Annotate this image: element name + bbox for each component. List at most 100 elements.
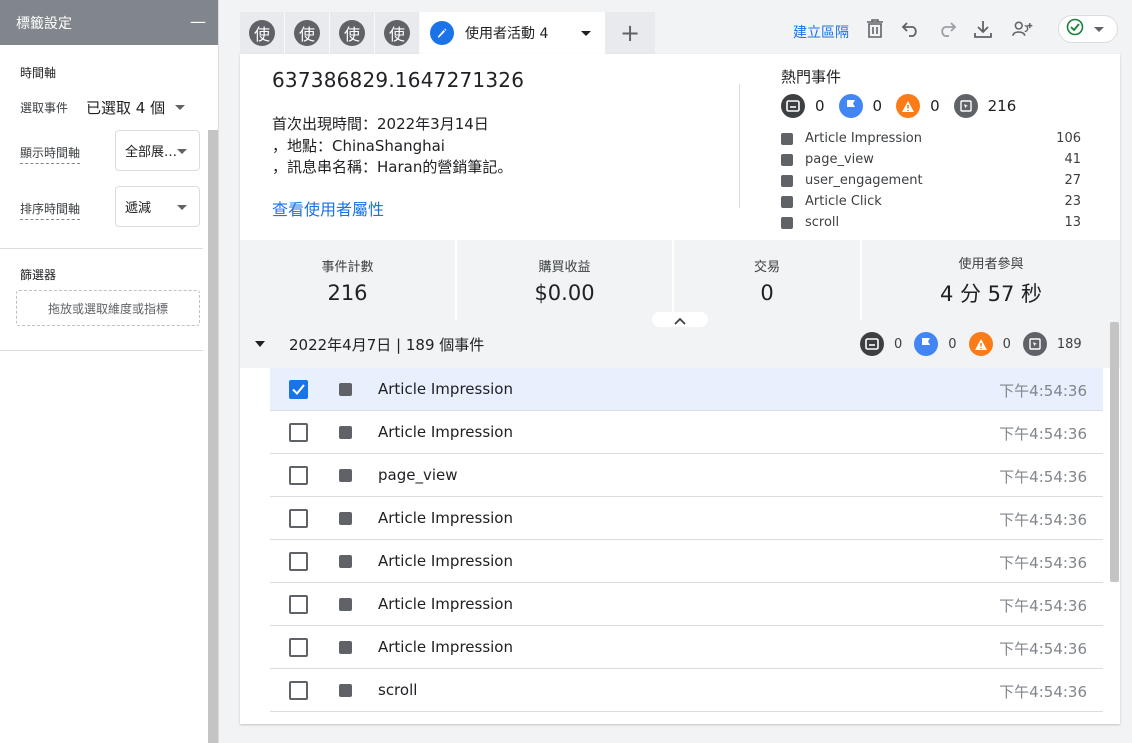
event-name: Article Impression: [378, 509, 513, 527]
filter-dropzone[interactable]: 拖放或選取維度或指標: [16, 290, 200, 326]
settings-title: 標籤設定: [16, 15, 72, 32]
settings-scrollbar[interactable]: [208, 130, 218, 743]
event-cursor-icon: [781, 132, 793, 145]
tab-user-activity-active[interactable]: 使用者活動 4: [420, 12, 605, 54]
row-checkbox[interactable]: [289, 552, 308, 571]
user-avatar: 使: [294, 20, 320, 46]
first-seen-text: 首次出現時間：2022年3月14日: [272, 115, 489, 133]
user-tabs: 使 使 使 使 使用者活動 4 +: [240, 12, 655, 54]
sort-timeline-select[interactable]: 遞減: [115, 186, 200, 227]
share-icon[interactable]: [1012, 18, 1034, 40]
row-checkbox[interactable]: [289, 380, 308, 399]
event-cursor-icon: [1022, 332, 1047, 356]
delete-icon[interactable]: [864, 18, 886, 40]
metric-label: 使用者參與: [958, 256, 1024, 272]
event-cursor-icon: [781, 153, 793, 166]
select-event-label: 選取事件: [20, 101, 69, 115]
metric-label: 購買收益: [538, 259, 591, 275]
event-list-scrollbar[interactable]: [1110, 322, 1119, 582]
event-cursor-icon: [953, 94, 978, 118]
undo-icon[interactable]: [900, 18, 922, 40]
event-name: Article Impression: [378, 595, 513, 613]
redo-icon[interactable]: [936, 18, 958, 40]
event-time: 下午4:54:36: [999, 597, 1087, 615]
tab-user-2[interactable]: 使: [285, 12, 330, 54]
chevron-down-icon: [175, 105, 186, 110]
table-row[interactable]: Article Impression 下午4:54:36: [270, 626, 1103, 669]
metric-value: 4 分 57 秒: [939, 281, 1043, 306]
row-checkbox[interactable]: [289, 595, 308, 614]
conversion-count: 0: [815, 97, 825, 115]
sort-timeline-label: 排序時間軸: [20, 200, 81, 220]
table-row[interactable]: Article Impression 下午4:54:36: [270, 497, 1103, 540]
event-name: scroll: [378, 681, 418, 699]
create-segment-button[interactable]: 建立區隔: [793, 22, 849, 42]
expand-triangle-icon[interactable]: [255, 341, 265, 347]
row-checkbox[interactable]: [289, 638, 308, 657]
event-cursor-icon: [781, 195, 793, 208]
top-event-item: Article Impression 106: [781, 128, 1081, 149]
day-counts: 0 0 0 189: [860, 332, 1094, 356]
event-name: Article Impression: [378, 380, 513, 398]
table-row[interactable]: page_view 下午4:54:36: [270, 454, 1103, 497]
table-row[interactable]: Article Impression 下午4:54:36: [270, 411, 1103, 454]
top-event-count: 27: [1064, 173, 1081, 188]
event-cursor-icon: [339, 684, 352, 697]
collapse-panel-button[interactable]: —: [190, 14, 206, 30]
event-time: 下午4:54:36: [999, 382, 1087, 400]
row-checkbox[interactable]: [289, 466, 308, 485]
display-timeline-select[interactable]: 全部展…: [115, 130, 200, 171]
event-time: 下午4:54:36: [999, 425, 1087, 443]
event-time: 下午4:54:36: [999, 468, 1087, 486]
add-tab-button[interactable]: +: [605, 12, 655, 54]
top-event-count: 41: [1064, 152, 1081, 167]
sort-timeline-value: 遞減: [125, 201, 152, 216]
table-row[interactable]: Article Impression 下午4:54:36: [270, 583, 1103, 626]
table-row[interactable]: scroll 下午4:54:36: [270, 669, 1103, 712]
warning-count: 0: [930, 97, 940, 115]
tab-user-1[interactable]: 使: [240, 12, 285, 54]
row-checkbox[interactable]: [289, 509, 308, 528]
tab-label: 使用者活動 4: [465, 26, 549, 42]
row-checkbox[interactable]: [289, 423, 308, 442]
tab-user-3[interactable]: 使: [330, 12, 375, 54]
top-event-name: Article Impression: [805, 131, 922, 146]
status-check-dropdown[interactable]: [1058, 15, 1118, 43]
event-count: 189: [1056, 336, 1082, 352]
metrics-row: 事件計數 216 購買收益 $0.00 交易 0 使用者參與 4 分 57 秒: [240, 240, 1120, 320]
metric-event-count: 事件計數 216: [240, 240, 457, 320]
view-user-properties-link[interactable]: 查看使用者屬性: [272, 196, 384, 220]
event-name: Article Impression: [378, 552, 513, 570]
chevron-down-icon[interactable]: [581, 31, 591, 36]
collapse-summary-button[interactable]: [652, 312, 708, 327]
settings-header: 標籤設定 —: [0, 0, 218, 45]
event-cursor-icon: [339, 641, 352, 654]
tab-settings-panel: 標籤設定 — 時間軸 選取事件 已選取 4 個 顯示時間軸 全部展… 排序時間軸…: [0, 0, 219, 743]
table-row[interactable]: Article Impression 下午4:54:36: [270, 368, 1103, 411]
section-divider: [0, 350, 203, 351]
warning-icon: [896, 94, 921, 118]
warning-count: 0: [1002, 336, 1011, 352]
event-name: Article Impression: [378, 423, 513, 441]
user-avatar: 使: [339, 20, 365, 46]
tab-user-4[interactable]: 使: [375, 12, 420, 54]
top-event-name: user_engagement: [805, 173, 923, 188]
table-row[interactable]: Article Impression 下午4:54:36: [270, 540, 1103, 583]
metric-value: 0: [760, 280, 774, 305]
download-icon[interactable]: [972, 18, 994, 40]
event-name: Article Impression: [378, 638, 513, 656]
edit-pencil-icon[interactable]: [430, 21, 454, 45]
flag-count: 0: [872, 97, 883, 115]
row-checkbox[interactable]: [289, 681, 308, 700]
top-event-count: 106: [1056, 131, 1081, 146]
top-event-item: Article Click 23: [781, 191, 1081, 212]
status-check-icon: [1066, 18, 1084, 40]
conversion-count: 0: [894, 336, 903, 352]
filter-section-title: 篩選器: [20, 268, 57, 282]
select-event-dropdown[interactable]: 已選取 4 個: [86, 97, 186, 118]
top-event-item: page_view 41: [781, 149, 1081, 170]
vertical-divider: [739, 84, 740, 208]
metric-value: $0.00: [534, 280, 595, 305]
event-count: 216: [987, 97, 1017, 115]
top-events-counts: 0 0 0 216: [781, 94, 1030, 118]
